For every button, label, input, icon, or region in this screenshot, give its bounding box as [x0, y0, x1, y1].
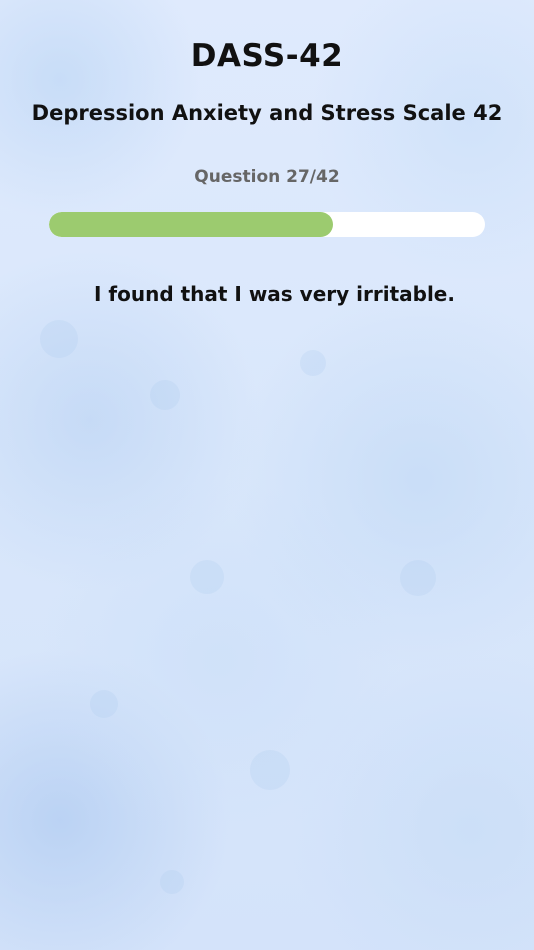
background-blot [190, 560, 224, 594]
page-subtitle: Depression Anxiety and Stress Scale 42 [31, 101, 503, 125]
background-blot [300, 350, 326, 376]
background-blot [150, 380, 180, 410]
background-blot [160, 870, 184, 894]
progress-bar-fill [49, 212, 334, 237]
background-blot [400, 560, 436, 596]
question-text: I found that I was very irritable. [94, 282, 455, 306]
page-title: DASS-42 [190, 38, 344, 74]
watercolor-background [0, 0, 534, 950]
progress-bar [49, 212, 485, 237]
background-blot [250, 750, 290, 790]
background-blot [90, 690, 118, 718]
background-blot [40, 320, 78, 358]
question-counter: Question 27/42 [194, 167, 340, 187]
